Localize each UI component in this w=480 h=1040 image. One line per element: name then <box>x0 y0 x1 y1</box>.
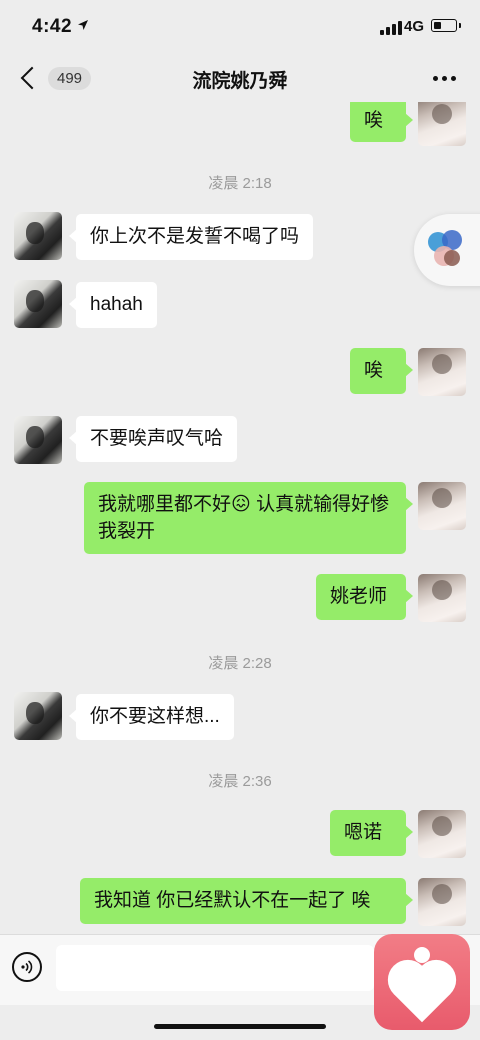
message-bubble-outgoing[interactable]: 嗯诺 <box>330 810 413 856</box>
message-bubble-incoming[interactable]: 不要唉声叹气哈 <box>68 416 238 462</box>
self-avatar[interactable] <box>418 878 466 926</box>
chat-title: 流院姚乃舜 <box>192 71 288 92</box>
message-bubble-outgoing[interactable]: 我知道 你已经默认不在一起了 唉 <box>80 878 413 924</box>
home-indicator[interactable] <box>154 1024 326 1029</box>
self-avatar[interactable] <box>418 348 466 396</box>
message-bubble-outgoing[interactable]: 唉 <box>350 348 413 394</box>
voice-icon <box>21 960 33 974</box>
timestamp: 凌晨 2:18 <box>208 175 272 192</box>
nav-bar: 499 流院姚乃舜 <box>0 54 480 102</box>
more-dot-icon <box>441 75 447 81</box>
contact-avatar[interactable] <box>14 692 62 740</box>
voice-input-button[interactable] <box>12 952 42 982</box>
timestamp: 凌晨 2:36 <box>208 773 272 790</box>
status-bar: 4:42 4G <box>0 0 480 54</box>
heart-shape-icon <box>393 965 451 1023</box>
message-bubble-outgoing[interactable]: 唉 <box>350 102 413 142</box>
status-time: 4:42 <box>32 16 73 37</box>
self-avatar[interactable] <box>418 810 466 858</box>
message-bubble-incoming[interactable]: 你上次不是发誓不喝了吗 <box>68 214 314 260</box>
message-bubble-incoming[interactable]: hahah <box>69 282 157 328</box>
more-options-button[interactable] <box>428 62 460 94</box>
floating-window-icon-part <box>444 250 460 266</box>
contact-avatar[interactable] <box>14 212 62 260</box>
contact-avatar[interactable] <box>14 280 62 328</box>
signal-icon <box>380 21 402 35</box>
timestamp: 凌晨 2:28 <box>208 655 272 672</box>
self-avatar[interactable] <box>418 102 466 146</box>
message-bubble-incoming[interactable]: 你不要这样想... <box>69 694 234 740</box>
self-avatar[interactable] <box>418 574 466 622</box>
heart-app-icon[interactable] <box>374 934 470 1030</box>
more-dot-icon <box>432 75 438 81</box>
message-bubble-outgoing[interactable]: 我就哪里都不好😖 认真就输得好惨 我裂开 <box>84 482 413 554</box>
network-label: 4G <box>404 18 425 35</box>
message-bubble-outgoing[interactable]: 姚老师 <box>316 574 413 620</box>
contact-avatar[interactable] <box>14 416 62 464</box>
battery-icon <box>431 19 461 32</box>
message-input[interactable] <box>56 945 374 991</box>
self-avatar[interactable] <box>418 482 466 530</box>
message-list[interactable]: 唉 凌晨 2:18 你上次不是发誓不喝了吗 hahah 唉 不要唉声叹气哈 我就… <box>0 102 480 934</box>
battery-fill <box>433 21 441 29</box>
more-dot-icon <box>450 75 456 81</box>
floating-window-button[interactable] <box>414 214 480 286</box>
location-arrow-icon <box>78 20 88 30</box>
